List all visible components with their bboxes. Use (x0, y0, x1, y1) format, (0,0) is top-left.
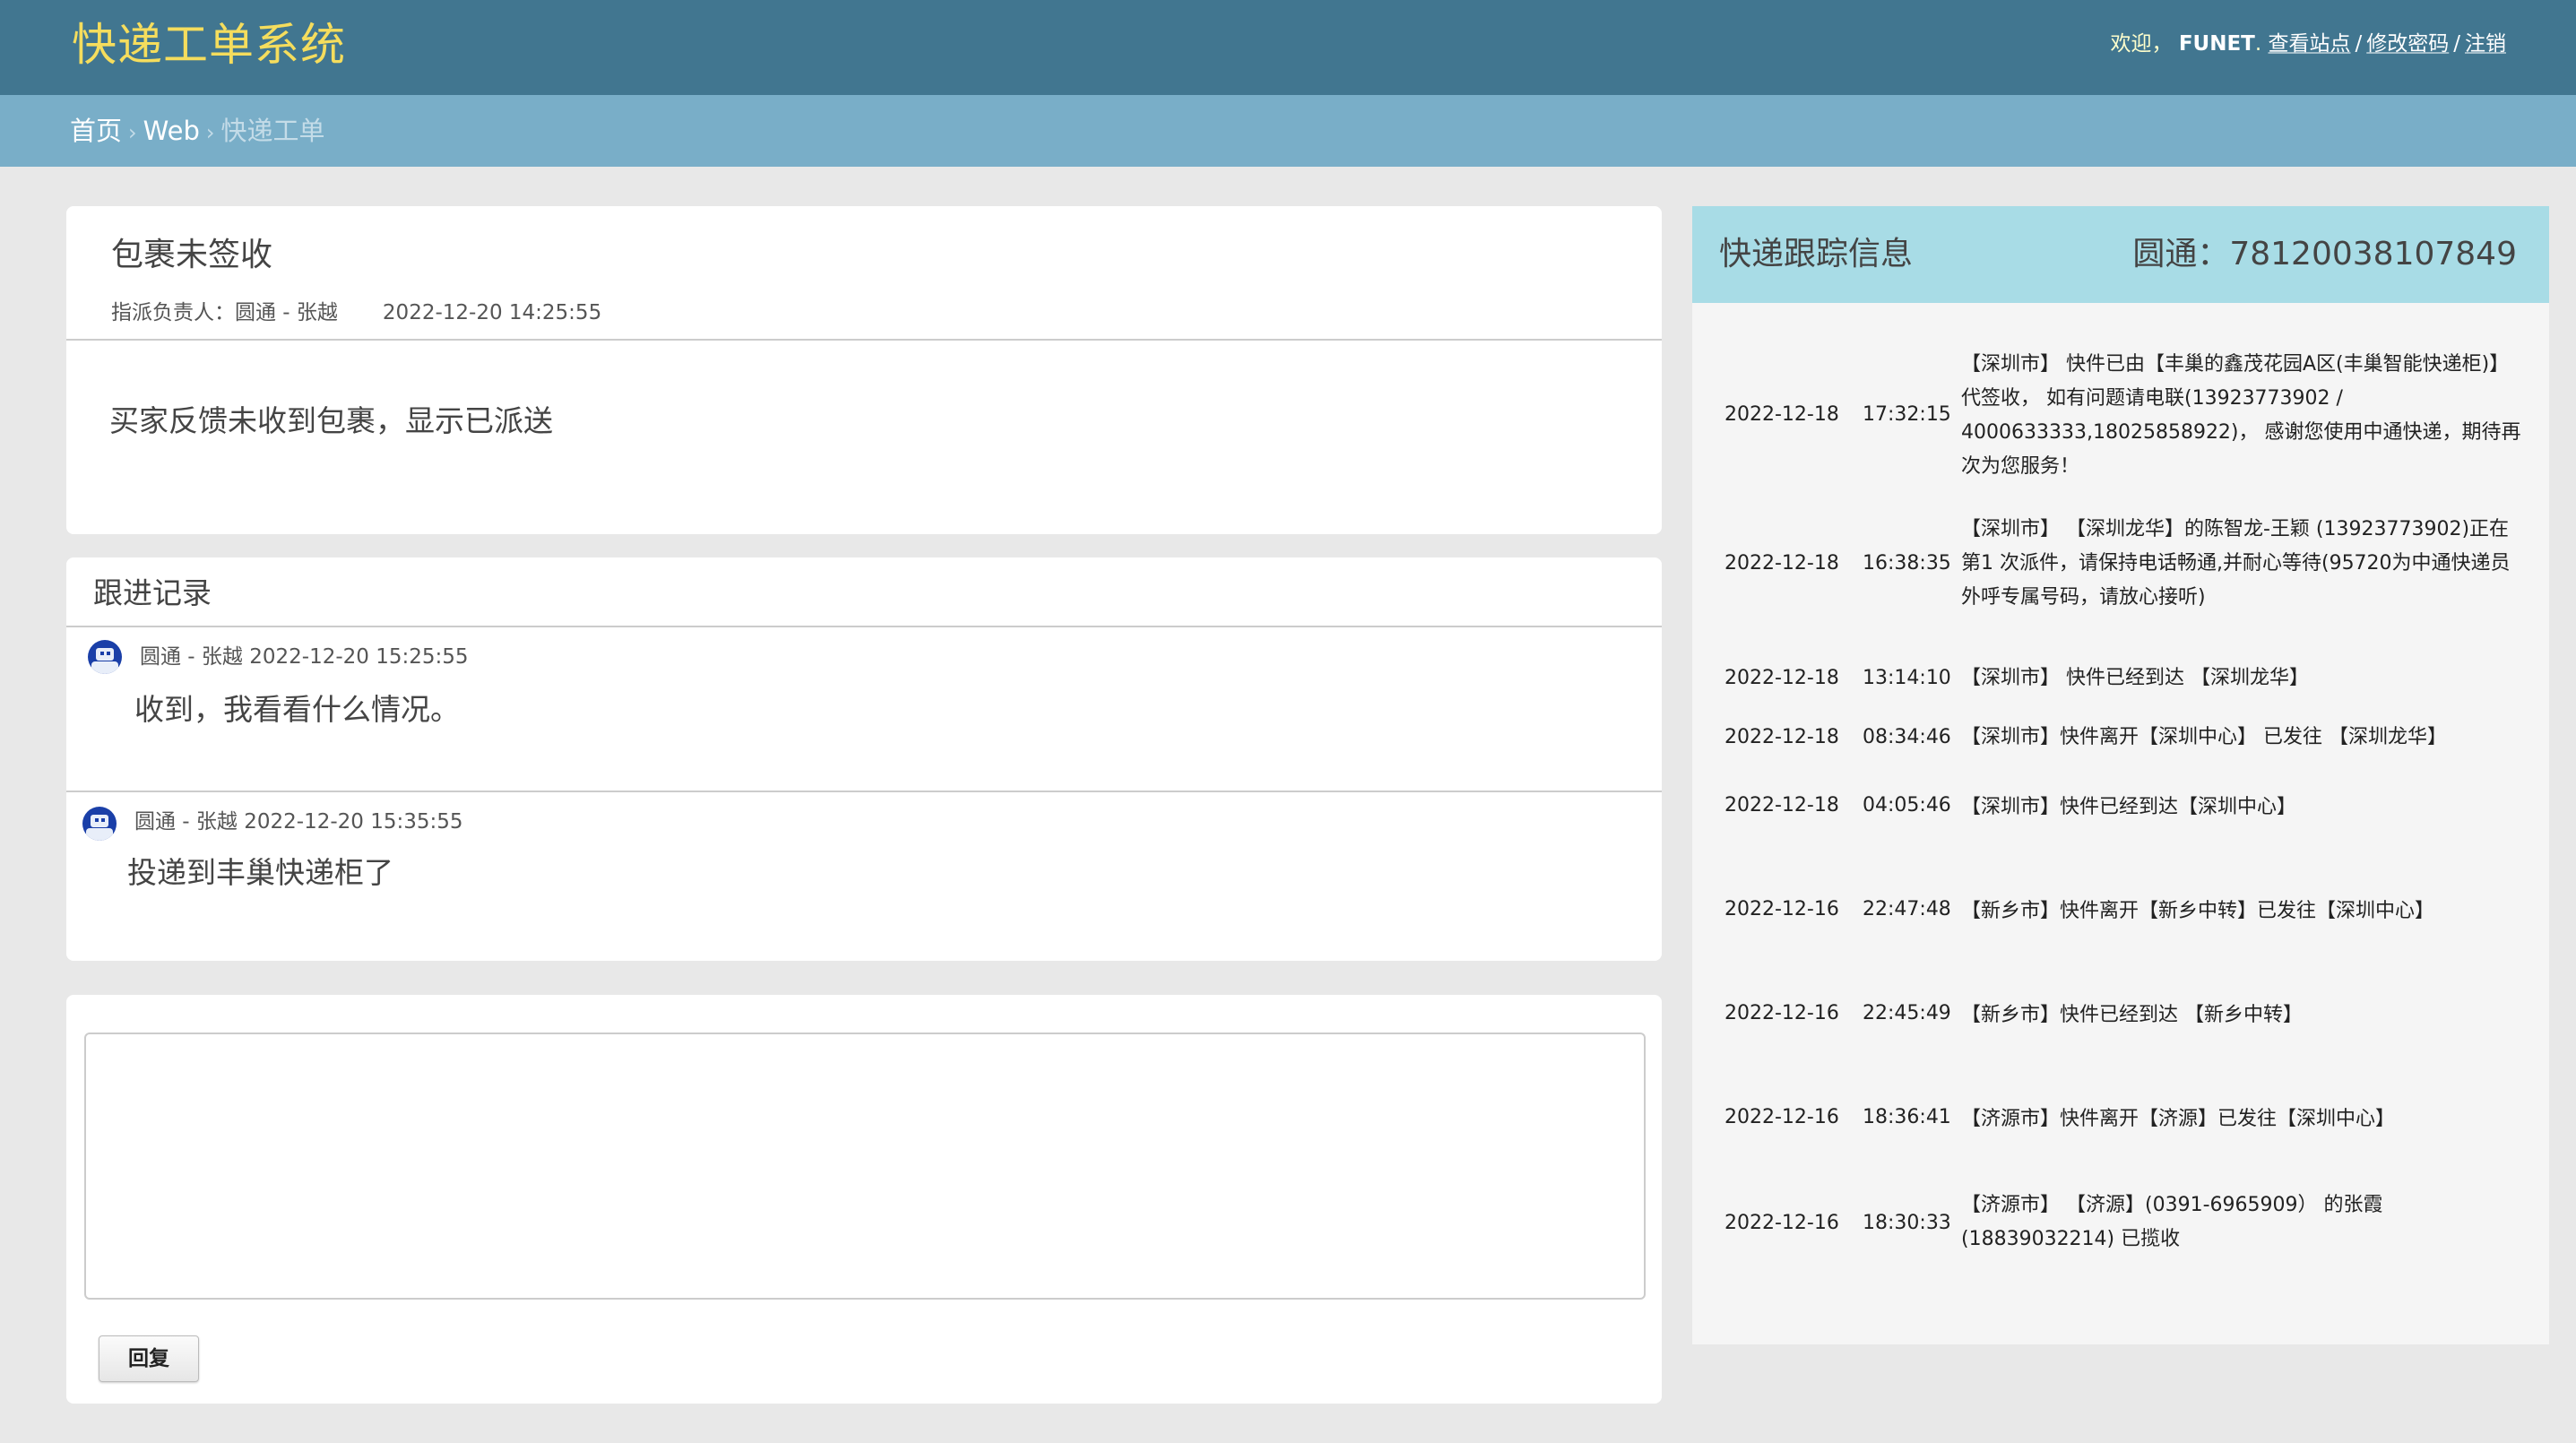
tracking-time: 16:38:35 (1863, 552, 1951, 575)
tracking-date: 2022-12-18 (1725, 794, 1839, 817)
separator: / (2453, 32, 2460, 56)
ticket-created-at: 2022-12-20 14:25:55 (382, 301, 602, 324)
tracking-content: 【深圳市】快件离开【深圳中心】 已发往 【深圳龙华】 (1961, 726, 2447, 748)
tracking-content: 【新乡市】快件已经到达 【新乡中转】 (1961, 1004, 2303, 1026)
tracking-date: 2022-12-18 (1725, 726, 1839, 748)
breadcrumb-web[interactable]: Web (143, 116, 200, 146)
breadcrumb-home[interactable]: 首页 (70, 116, 122, 146)
followup-message: 收到，我看看什么情况。 (134, 692, 460, 727)
tracking-time: 22:47:48 (1863, 898, 1951, 920)
tracking-date: 2022-12-16 (1725, 1002, 1839, 1024)
tracking-content: 【深圳市】 快件已由【丰巢的鑫茂花园A区(丰巢智能快递柜)】代签收， 如有问题请… (1961, 353, 2521, 478)
change-password-link[interactable]: 修改密码 (2366, 32, 2449, 56)
tracking-content: 【深圳市】快件已经到达【深圳中心】 (1961, 796, 2297, 818)
tracking-date: 2022-12-18 (1725, 552, 1839, 575)
tracking-panel: 快递跟踪信息 圆通：78120038107849 2022-12-18 17:3… (1692, 206, 2549, 1344)
tracking-content: 【深圳市】 快件已经到达 【深圳龙华】 (1961, 667, 2309, 689)
ticket-description: 买家反馈未收到包裹，显示已派送 (109, 403, 553, 438)
tracking-date: 2022-12-16 (1725, 1212, 1839, 1234)
tracking-header: 快递跟踪信息 圆通：78120038107849 (1692, 206, 2549, 303)
tracking-title: 快递跟踪信息 (1719, 236, 1914, 272)
tracking-time: 18:30:33 (1863, 1212, 1951, 1234)
view-site-link[interactable]: 查看站点 (2269, 32, 2351, 56)
assignee-label: 指派负责人：圆通 - 张越 (111, 301, 338, 324)
username-suffix: . (2254, 32, 2262, 56)
ticket-panel: 包裹未签收 指派负责人：圆通 - 张越 2022-12-20 14:25:55 买… (66, 206, 1662, 534)
ticket-meta: 指派负责人：圆通 - 张越 2022-12-20 14:25:55 (111, 298, 601, 328)
tracking-time: 13:14:10 (1863, 667, 1951, 689)
welcome-text: 欢迎， (2110, 32, 2173, 56)
tracking-time: 22:45:49 (1863, 1002, 1951, 1024)
tracking-time: 08:34:46 (1863, 726, 1951, 748)
tracking-content: 【济源市】 【济源】(0391-6965909） 的张霞 (1883903221… (1961, 1194, 2383, 1250)
tracking-number: 圆通：78120038107849 (2132, 236, 2517, 272)
tracking-content: 【新乡市】快件离开【新乡中转】已发往【深圳中心】 (1961, 900, 2435, 922)
followup-heading: 跟进记录 (93, 575, 212, 610)
breadcrumb: 首页 › Web › 快递工单 (0, 95, 2576, 167)
reply-panel: 回复 (66, 995, 1662, 1404)
followup-panel: 跟进记录 圆通 - 张越 2022-12-20 15:25:55 收到，我看看什… (66, 557, 1662, 961)
reply-textarea[interactable] (84, 1033, 1646, 1300)
tracking-date: 2022-12-16 (1725, 1106, 1839, 1128)
site-brand[interactable]: 快递工单系统 (72, 16, 346, 73)
reply-button[interactable]: 回复 (99, 1335, 199, 1382)
followup-message: 投递到丰巢快递柜了 (127, 855, 393, 890)
avatar-icon (82, 807, 117, 841)
user-tools: 欢迎， FUNET. 查看站点 / 修改密码 / 注销 (2111, 29, 2506, 59)
tracking-date: 2022-12-18 (1725, 667, 1839, 689)
tracking-time: 04:05:46 (1863, 794, 1951, 817)
followup-entry: 圆通 - 张越 2022-12-20 15:25:55 收到，我看看什么情况。 (66, 627, 1662, 727)
username: FUNET (2178, 32, 2255, 56)
breadcrumb-separator: › (128, 120, 137, 145)
divider (66, 339, 1662, 341)
tracking-content: 【深圳市】 【深圳龙华】的陈智龙-王颖 (13923773902)正在第1 次派… (1961, 518, 2511, 609)
separator: / (2355, 32, 2363, 56)
header-bar: 快递工单系统 欢迎， FUNET. 查看站点 / 修改密码 / 注销 (0, 0, 2576, 95)
breadcrumb-separator: › (205, 120, 215, 145)
followup-author: 圆通 - 张越 2022-12-20 15:35:55 (134, 810, 463, 834)
tracking-content: 【济源市】快件离开【济源】已发往【深圳中心】 (1961, 1108, 2396, 1130)
tracking-date: 2022-12-16 (1725, 898, 1839, 920)
tracking-date: 2022-12-18 (1725, 403, 1839, 426)
breadcrumb-current: 快递工单 (220, 116, 325, 146)
followup-author: 圆通 - 张越 2022-12-20 15:25:55 (140, 645, 469, 669)
tracking-time: 17:32:15 (1863, 403, 1951, 426)
tracking-time: 18:36:41 (1863, 1106, 1951, 1128)
followup-entry: 圆通 - 张越 2022-12-20 15:35:55 投递到丰巢快递柜了 (66, 792, 1662, 954)
ticket-title: 包裹未签收 (111, 237, 273, 273)
avatar-icon (88, 640, 122, 674)
logout-link[interactable]: 注销 (2465, 32, 2506, 56)
